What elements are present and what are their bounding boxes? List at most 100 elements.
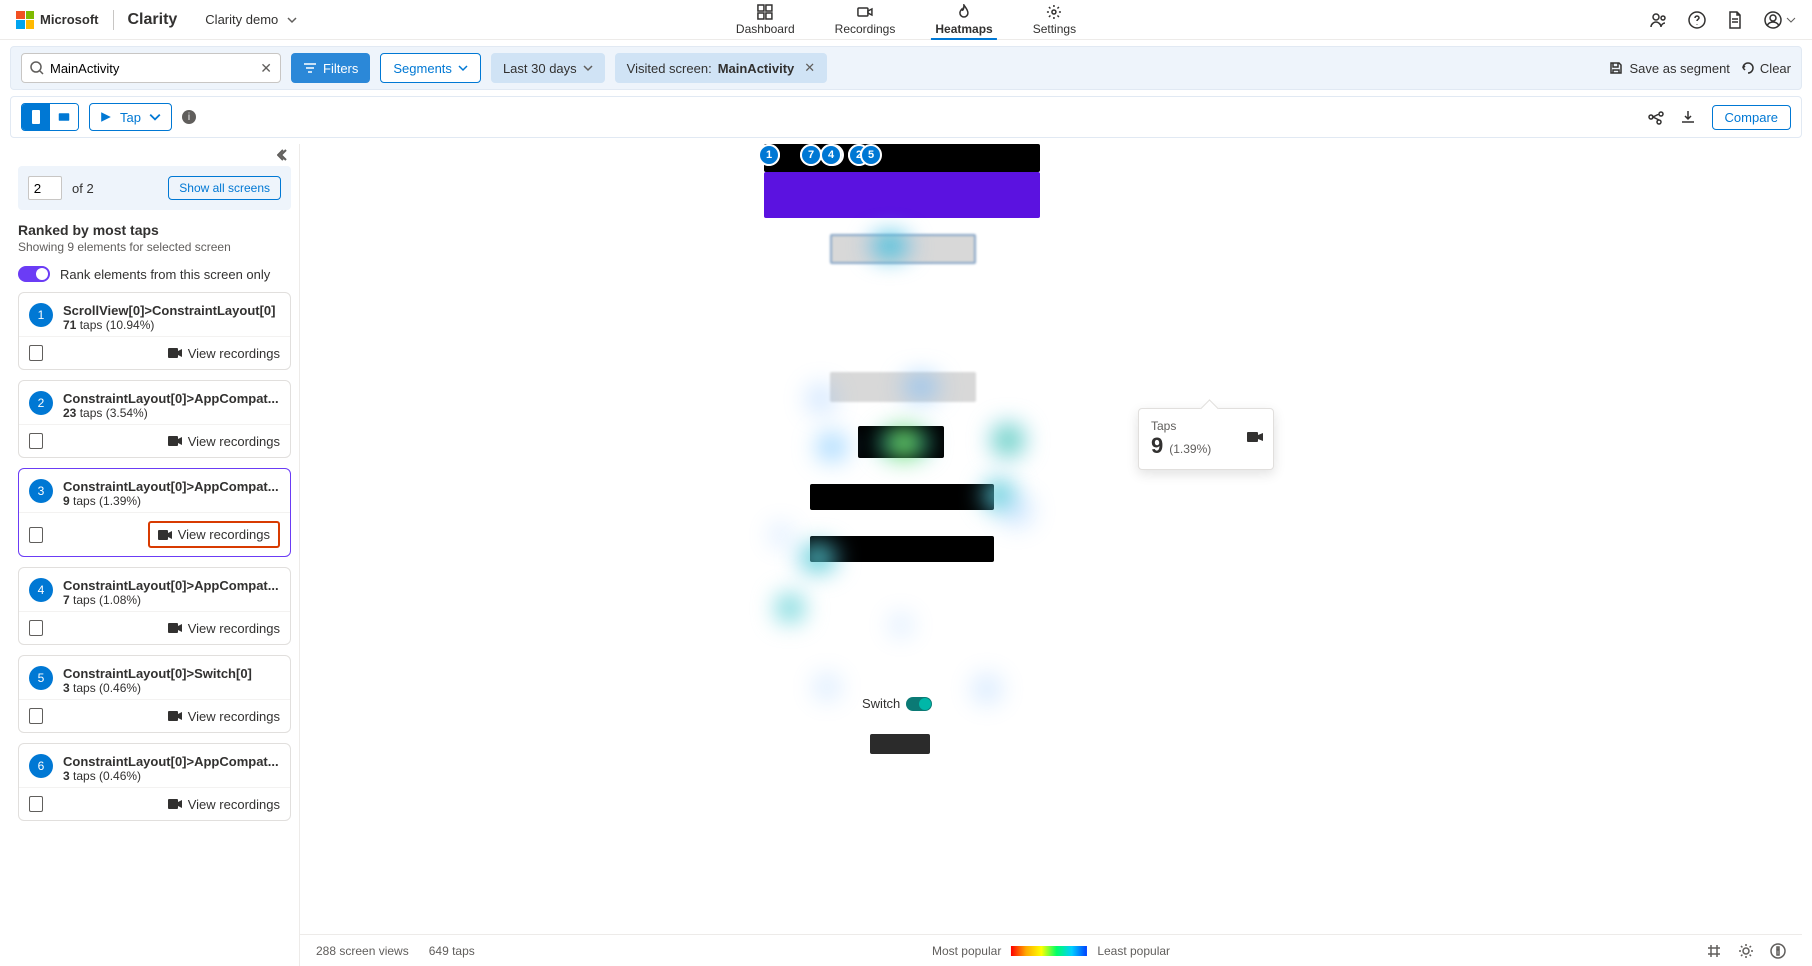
rank-badge: 1 xyxy=(29,303,53,327)
segments-button[interactable]: Segments xyxy=(380,53,481,83)
product-name: Clarity xyxy=(128,11,178,29)
brand-text: Microsoft xyxy=(40,12,99,27)
page-input[interactable] xyxy=(28,176,62,200)
view-recordings-button[interactable]: View recordings xyxy=(168,621,280,636)
undo-icon xyxy=(1740,61,1754,75)
main-tabs: Dashboard Recordings Heatmaps Settings xyxy=(732,0,1080,40)
element-card[interactable]: 2ConstraintLayout[0]>AppCompat...23 taps… xyxy=(18,380,291,458)
tab-heatmaps[interactable]: Heatmaps xyxy=(931,0,996,40)
remove-chip-icon[interactable]: ✕ xyxy=(804,60,815,76)
project-selector[interactable]: Clarity demo xyxy=(205,12,298,27)
help-icon[interactable] xyxy=(1688,11,1706,29)
taps-count: 649 taps xyxy=(429,944,475,958)
people-icon[interactable] xyxy=(1650,11,1668,29)
screen-views-count: 288 screen views xyxy=(316,944,409,958)
heatmap-marker[interactable]: 7 xyxy=(800,144,822,166)
heat-spot xyxy=(972,674,1002,704)
rank-badge: 5 xyxy=(29,666,53,690)
legend-most: Most popular xyxy=(932,944,1001,958)
share-icon[interactable] xyxy=(1648,109,1664,125)
document-icon[interactable] xyxy=(1726,11,1744,29)
brightness-icon[interactable] xyxy=(1738,943,1754,959)
screen-switch: Switch xyxy=(862,696,932,711)
collapse-sidebar-button[interactable] xyxy=(277,148,291,165)
screen-block xyxy=(810,536,994,562)
heatmap-canvas: 8 1 3 3 9 4 2 6 7 5 Switch Taps 9 (1.39%… xyxy=(300,144,1802,966)
device-mobile-button[interactable] xyxy=(22,104,50,130)
filter-icon xyxy=(303,61,317,75)
microsoft-logo-icon xyxy=(16,11,34,29)
tool-row: Tap i Compare xyxy=(10,96,1802,138)
element-tooltip: Taps 9 (1.39%) xyxy=(1138,408,1274,470)
save-segment-button[interactable]: Save as segment xyxy=(1609,61,1729,76)
video-icon xyxy=(168,799,182,809)
tab-recordings[interactable]: Recordings xyxy=(831,0,900,40)
video-icon xyxy=(168,436,182,446)
info-icon[interactable]: i xyxy=(182,110,196,124)
tab-settings[interactable]: Settings xyxy=(1029,0,1080,40)
video-icon xyxy=(168,623,182,633)
heatmap-marker[interactable]: 4 xyxy=(820,144,842,166)
rank-subtitle: Showing 9 elements for selected screen xyxy=(10,240,299,262)
compare-button[interactable]: Compare xyxy=(1712,105,1791,130)
chevron-down-icon xyxy=(458,63,468,73)
divider xyxy=(113,10,114,30)
canvas-footer: 288 screen views 649 taps Most popular L… xyxy=(300,934,1802,966)
switch-toggle[interactable] xyxy=(906,697,932,711)
element-card[interactable]: 1ScrollView[0]>ConstraintLayout[0]71 tap… xyxy=(18,292,291,370)
rank-screen-toggle[interactable] xyxy=(18,266,50,282)
clear-filters-button[interactable]: Clear xyxy=(1740,61,1791,76)
info-icon[interactable] xyxy=(1770,943,1786,959)
tablet-icon xyxy=(58,109,70,125)
brand: Microsoft xyxy=(16,11,99,29)
user-menu[interactable] xyxy=(1764,11,1796,29)
switch-label: Switch xyxy=(862,696,900,711)
legend-gradient xyxy=(1011,946,1087,956)
element-taps: 3 taps (0.46%) xyxy=(63,769,279,783)
grid-icon[interactable] xyxy=(1706,943,1722,959)
filter-chip-visited-screen[interactable]: Visited screen: MainActivity ✕ xyxy=(615,53,828,83)
main-area: of 2 Show all screens Ranked by most tap… xyxy=(10,144,1802,966)
view-recordings-button[interactable]: View recordings xyxy=(168,797,280,812)
date-range-button[interactable]: Last 30 days xyxy=(491,53,605,83)
view-recordings-button[interactable]: View recordings xyxy=(168,709,280,724)
heatmap-marker[interactable]: 1 xyxy=(758,144,780,166)
element-taps: 3 taps (0.46%) xyxy=(63,681,252,695)
tab-dashboard[interactable]: Dashboard xyxy=(732,0,799,40)
element-card[interactable]: 3ConstraintLayout[0]>AppCompat...9 taps … xyxy=(18,468,291,557)
copy-icon[interactable] xyxy=(29,708,43,724)
view-recordings-button[interactable]: View recordings xyxy=(168,434,280,449)
user-icon xyxy=(1764,11,1782,29)
element-card[interactable]: 6ConstraintLayout[0]>AppCompat...3 taps … xyxy=(18,743,291,821)
nav-right xyxy=(1650,11,1796,29)
copy-icon[interactable] xyxy=(29,796,43,812)
heat-spot xyxy=(770,524,792,546)
copy-icon[interactable] xyxy=(29,433,43,449)
sidebar: of 2 Show all screens Ranked by most tap… xyxy=(10,144,300,966)
search-input-wrapper[interactable]: ✕ xyxy=(21,53,281,83)
element-list[interactable]: 1ScrollView[0]>ConstraintLayout[0]71 tap… xyxy=(10,292,299,966)
tooltip-label: Taps xyxy=(1151,419,1261,433)
element-card[interactable]: 5ConstraintLayout[0]>Switch[0]3 taps (0.… xyxy=(18,655,291,733)
download-icon[interactable] xyxy=(1680,109,1696,125)
element-card[interactable]: 4ConstraintLayout[0]>AppCompat...7 taps … xyxy=(18,567,291,645)
search-input[interactable] xyxy=(50,61,254,76)
copy-icon[interactable] xyxy=(29,345,43,361)
rank-badge: 4 xyxy=(29,578,53,602)
screen-block xyxy=(870,734,930,754)
screen-block xyxy=(830,234,976,264)
show-all-screens-button[interactable]: Show all screens xyxy=(168,176,281,200)
copy-icon[interactable] xyxy=(29,527,43,543)
copy-icon[interactable] xyxy=(29,620,43,636)
view-recordings-button[interactable]: View recordings xyxy=(148,521,280,548)
project-label: Clarity demo xyxy=(205,12,278,27)
clear-search-icon[interactable]: ✕ xyxy=(260,60,272,77)
heatmap-type-button[interactable]: Tap xyxy=(89,103,172,131)
tooltip-recordings-button[interactable] xyxy=(1247,431,1263,446)
heat-spot xyxy=(992,424,1024,456)
heatmap-marker[interactable]: 5 xyxy=(860,144,882,166)
filters-button[interactable]: Filters xyxy=(291,53,370,83)
device-tablet-button[interactable] xyxy=(50,104,78,130)
view-recordings-button[interactable]: View recordings xyxy=(168,346,280,361)
video-icon xyxy=(168,348,182,358)
